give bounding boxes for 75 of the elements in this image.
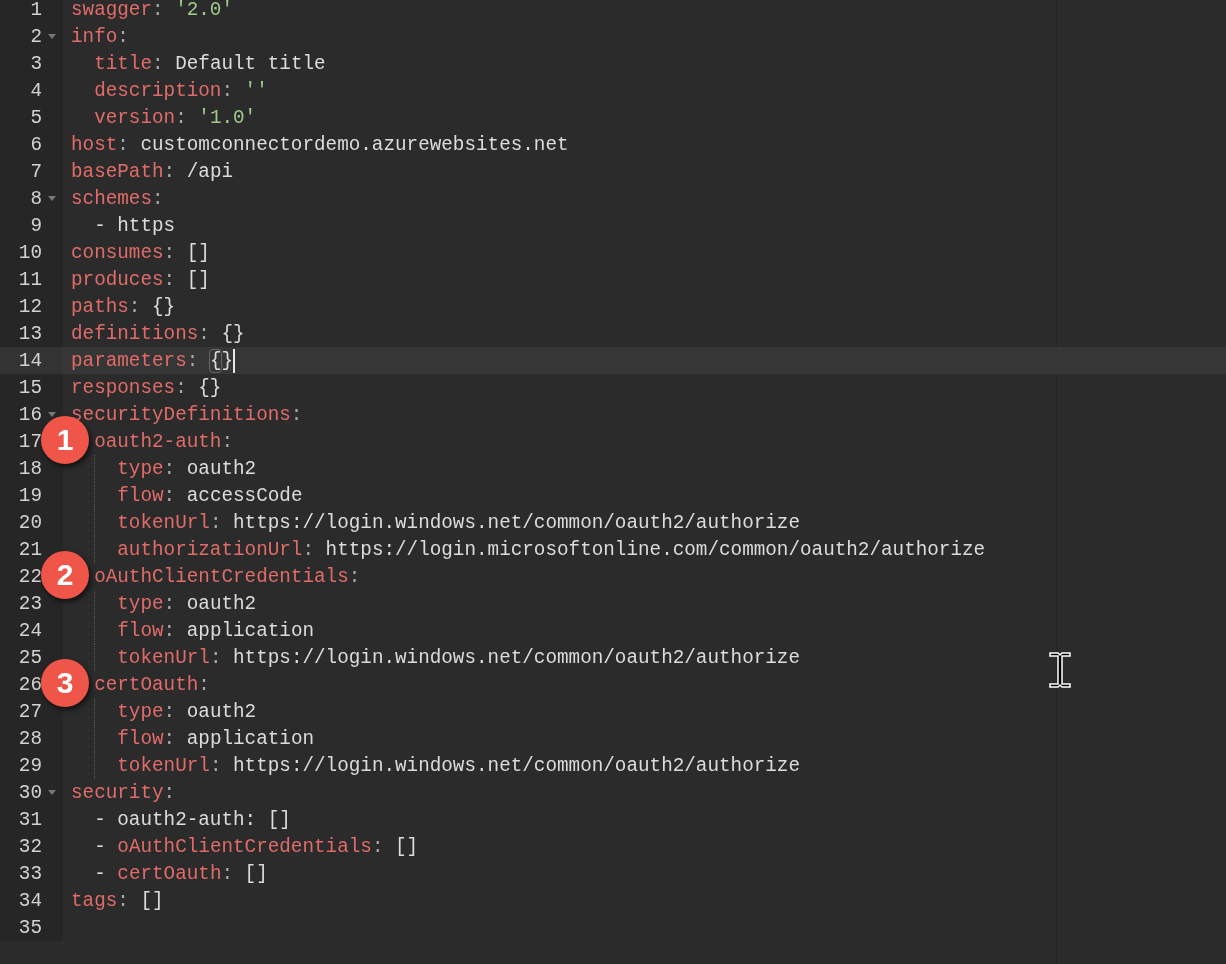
code-line: flow: application bbox=[117, 619, 315, 642]
code-line: schemes: bbox=[71, 187, 164, 210]
line-number: 26 bbox=[18, 673, 42, 696]
line-number: 31 bbox=[18, 808, 42, 831]
line-number: 34 bbox=[18, 889, 42, 912]
step-badge: 3 bbox=[41, 659, 89, 707]
code-line: tokenUrl: https://login.windows.net/common/oauth2/authorize bbox=[117, 646, 800, 669]
code-line: security: bbox=[71, 781, 176, 804]
code-line: parameters: {} bbox=[71, 349, 234, 372]
step-badge: 2 bbox=[41, 551, 89, 599]
code-line: consumes: [] bbox=[71, 241, 210, 264]
line-number: 33 bbox=[18, 862, 42, 885]
line-number: 6 bbox=[30, 133, 42, 156]
code-line: type: oauth2 bbox=[117, 457, 257, 480]
line-number: 11 bbox=[18, 268, 42, 291]
code-line: oauth2-auth: bbox=[94, 430, 233, 453]
line-number: 35 bbox=[18, 916, 42, 939]
code-line: description: '' bbox=[94, 79, 268, 102]
line-number: 18 bbox=[18, 457, 42, 480]
code-line: host: customconnectordemo.azurewebsites.net bbox=[71, 133, 569, 156]
code-line: produces: [] bbox=[71, 268, 210, 291]
text-cursor-icon bbox=[1048, 651, 1072, 689]
fold-arrow-icon[interactable] bbox=[48, 412, 56, 417]
line-number: 1 bbox=[30, 0, 42, 21]
code-line: - certOauth: [] bbox=[94, 862, 268, 885]
line-number: 32 bbox=[18, 835, 42, 858]
fold-arrow-icon[interactable] bbox=[48, 34, 56, 39]
code-line: tags: [] bbox=[71, 889, 164, 912]
line-number: 3 bbox=[30, 52, 42, 75]
code-line: - https bbox=[94, 214, 176, 237]
line-number: 19 bbox=[18, 484, 42, 507]
line-number: 15 bbox=[18, 376, 42, 399]
code-line: responses: {} bbox=[71, 376, 222, 399]
code-line: type: oauth2 bbox=[117, 700, 257, 723]
code-line: - oauth2-auth: [] bbox=[94, 808, 291, 831]
line-number: 22 bbox=[18, 565, 42, 588]
code-line: definitions: {} bbox=[71, 322, 245, 345]
code-line: - oAuthClientCredentials: [] bbox=[94, 835, 419, 858]
code-line: certOauth: bbox=[94, 673, 210, 696]
line-number: 25 bbox=[18, 646, 42, 669]
line-number: 17 bbox=[18, 430, 42, 453]
line-number: 12 bbox=[18, 295, 42, 318]
line-number: 27 bbox=[18, 700, 42, 723]
line-number: 8 bbox=[30, 187, 42, 210]
line-number: 9 bbox=[30, 214, 42, 237]
line-number: 28 bbox=[18, 727, 42, 750]
code-line: basePath: /api bbox=[71, 160, 234, 183]
code-line: swagger: '2.0' bbox=[71, 0, 233, 21]
line-number: 10 bbox=[18, 241, 42, 264]
code-line: paths: {} bbox=[71, 295, 176, 318]
code-line: tokenUrl: https://login.windows.net/common/oauth2/authorize bbox=[117, 511, 800, 534]
code-line: title: Default title bbox=[94, 52, 326, 75]
line-number: 24 bbox=[18, 619, 42, 642]
fold-arrow-icon[interactable] bbox=[48, 790, 56, 795]
code-line: version: '1.0' bbox=[94, 106, 257, 129]
code-line: authorizationUrl: https://login.microsoftonline.com/common/oauth2/authorize bbox=[117, 538, 986, 561]
code-line: tokenUrl: https://login.windows.net/common/oauth2/authorize bbox=[117, 754, 800, 777]
line-number: 23 bbox=[18, 592, 42, 615]
code-line: flow: accessCode bbox=[117, 484, 303, 507]
code-line: type: oauth2 bbox=[117, 592, 257, 615]
line-number: 21 bbox=[18, 538, 42, 561]
fold-arrow-icon[interactable] bbox=[48, 196, 56, 201]
code-line: oAuthClientCredentials: bbox=[94, 565, 361, 588]
line-number: 4 bbox=[30, 79, 42, 102]
line-number: 14 bbox=[18, 349, 42, 372]
line-number: 16 bbox=[18, 403, 42, 426]
line-number: 30 bbox=[18, 781, 42, 804]
line-number: 2 bbox=[30, 25, 42, 48]
line-number: 7 bbox=[30, 160, 42, 183]
line-number: 29 bbox=[18, 754, 42, 777]
code-line: flow: application bbox=[117, 727, 315, 750]
code-line: info: bbox=[71, 25, 129, 48]
line-number: 13 bbox=[18, 322, 42, 345]
line-number: 20 bbox=[18, 511, 42, 534]
line-number: 5 bbox=[30, 106, 42, 129]
